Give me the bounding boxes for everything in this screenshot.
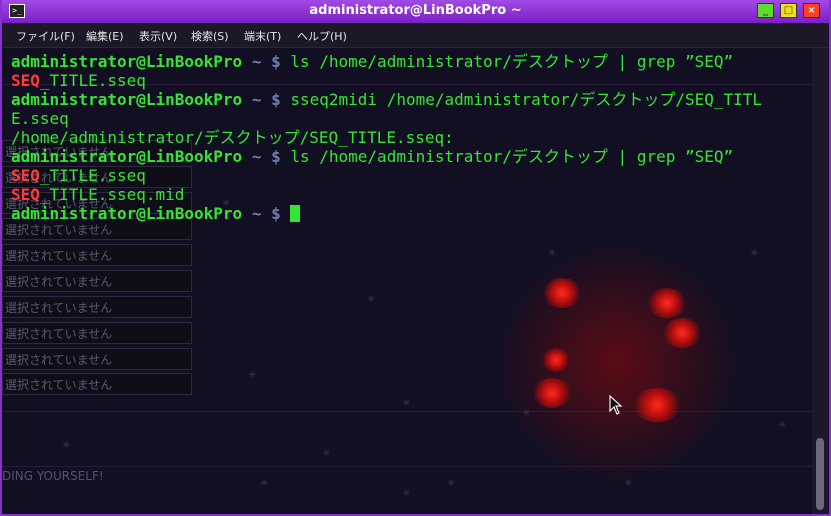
output-text: _TITLE.sseq.mid xyxy=(39,185,185,204)
vertical-scrollbar[interactable] xyxy=(812,48,829,514)
star-icon: ✳ xyxy=(750,248,759,259)
bg-glow xyxy=(532,378,572,408)
star-icon: ✳ xyxy=(624,478,633,489)
output-text: _TITLE.sseq xyxy=(39,71,146,90)
bg-list-box: 選択されていません xyxy=(2,348,192,370)
terminal-output: administrator@LinBookPro ~ $ ls /home/ad… xyxy=(11,52,762,223)
terminal-line: SEQ_TITLE.sseq xyxy=(11,71,762,90)
terminal-line: administrator@LinBookPro ~ $ ls /home/ad… xyxy=(11,147,762,166)
maximize-button[interactable]: □ xyxy=(780,3,797,18)
match-highlight: SEQ xyxy=(11,166,40,185)
star-icon: ✳ xyxy=(402,398,411,409)
prompt-user: administrator@LinBookPro xyxy=(11,90,243,109)
terminal-line: administrator@LinBookPro ~ $ ls /home/ad… xyxy=(11,52,762,71)
bg-glow xyxy=(492,248,742,478)
output-text: _TITLE.sseq xyxy=(39,166,146,185)
prompt-user: administrator@LinBookPro xyxy=(11,52,243,71)
bg-list-box: 選択されていません xyxy=(2,244,192,266)
menu-terminal[interactable]: 端末(T) xyxy=(244,28,281,44)
prompt-path: ~ xyxy=(242,204,272,223)
bg-glow xyxy=(632,388,682,422)
bg-grid-line xyxy=(2,466,812,467)
menu-file[interactable]: ファイル(F) xyxy=(16,28,75,44)
bg-list-box: 選択されていません xyxy=(2,322,192,344)
window-title: administrator@LinBookPro ~ xyxy=(309,3,522,18)
minimize-button[interactable]: _ xyxy=(757,3,774,18)
menu-help[interactable]: ヘルプ(H) xyxy=(297,28,347,44)
terminal-line: SEQ_TITLE.sseq.mid xyxy=(11,185,762,204)
command-text: ls /home/administrator/デスクトップ | grep ”SE… xyxy=(290,52,734,71)
prompt-path: ~ xyxy=(242,147,272,166)
star-icon: ✳ xyxy=(62,440,71,451)
match-highlight: SEQ xyxy=(11,185,40,204)
terminal-line: administrator@LinBookPro ~ $ sseq2midi /… xyxy=(11,90,762,109)
match-highlight: SEQ xyxy=(11,71,40,90)
star-icon: ✳ xyxy=(367,294,376,305)
output-text: /home/administrator/デスクトップ/SEQ_TITLE.sse… xyxy=(11,128,454,147)
bg-glow xyxy=(662,318,702,348)
star-icon: ✳ xyxy=(322,448,331,459)
star-icon: ✳ xyxy=(548,248,557,259)
prompt-symbol: $ xyxy=(271,52,291,71)
menu-view[interactable]: 表示(V) xyxy=(139,28,177,44)
terminal-area[interactable]: ✳ ✳ ✳ ✳ ✳ ✳ ✳ ✳ ✳ ✳ ✳ ✳ ✳ ✳ ✳ 選択されていません … xyxy=(2,48,812,514)
star-icon: ✳ xyxy=(248,370,257,381)
menu-search[interactable]: 検索(S) xyxy=(191,28,229,44)
terminal-line: administrator@LinBookPro ~ $ xyxy=(11,204,762,223)
prompt-user: administrator@LinBookPro xyxy=(11,147,243,166)
bg-glow xyxy=(647,288,687,318)
text-cursor[interactable] xyxy=(290,205,301,222)
bg-glow xyxy=(542,278,582,308)
bg-list-box: 選択されていません xyxy=(2,296,192,318)
menu-edit[interactable]: 編集(E) xyxy=(86,28,124,44)
mouse-pointer-icon xyxy=(609,395,623,415)
terminal-line: SEQ_TITLE.sseq xyxy=(11,166,762,185)
bg-glow xyxy=(542,348,570,372)
bg-list-box: 選択されていません xyxy=(2,373,192,395)
close-button[interactable]: × xyxy=(803,3,820,18)
bg-list-box: 選択されていません xyxy=(2,270,192,292)
prompt-path: ~ xyxy=(242,52,272,71)
prompt-symbol: $ xyxy=(271,204,291,223)
star-icon: ✳ xyxy=(260,478,269,489)
prompt-symbol: $ xyxy=(271,90,291,109)
command-text-wrap: E.sseq xyxy=(11,109,69,128)
prompt-path: ~ xyxy=(242,90,272,109)
terminal-line: /home/administrator/デスクトップ/SEQ_TITLE.sse… xyxy=(11,128,762,147)
command-text: ls /home/administrator/デスクトップ | grep ”SE… xyxy=(290,147,734,166)
terminal-line: E.sseq xyxy=(11,109,762,128)
star-icon: ✳ xyxy=(402,488,411,499)
star-icon: ✳ xyxy=(778,420,787,431)
title-bar[interactable]: >_ administrator@LinBookPro ~ _ □ × xyxy=(2,0,829,23)
command-text: sseq2midi /home/administrator/デスクトップ/SEQ… xyxy=(290,90,763,109)
prompt-user: administrator@LinBookPro xyxy=(11,204,243,223)
menu-bar: ファイル(F) 編集(E) 表示(V) 検索(S) 端末(T) ヘルプ(H) xyxy=(2,23,829,48)
prompt-symbol: $ xyxy=(271,147,291,166)
star-icon: ✳ xyxy=(447,478,456,489)
bg-tagline: DING YOURSELF! xyxy=(2,469,104,483)
terminal-window: >_ administrator@LinBookPro ~ _ □ × ファイル… xyxy=(0,0,831,516)
scrollbar-thumb[interactable] xyxy=(816,438,824,510)
